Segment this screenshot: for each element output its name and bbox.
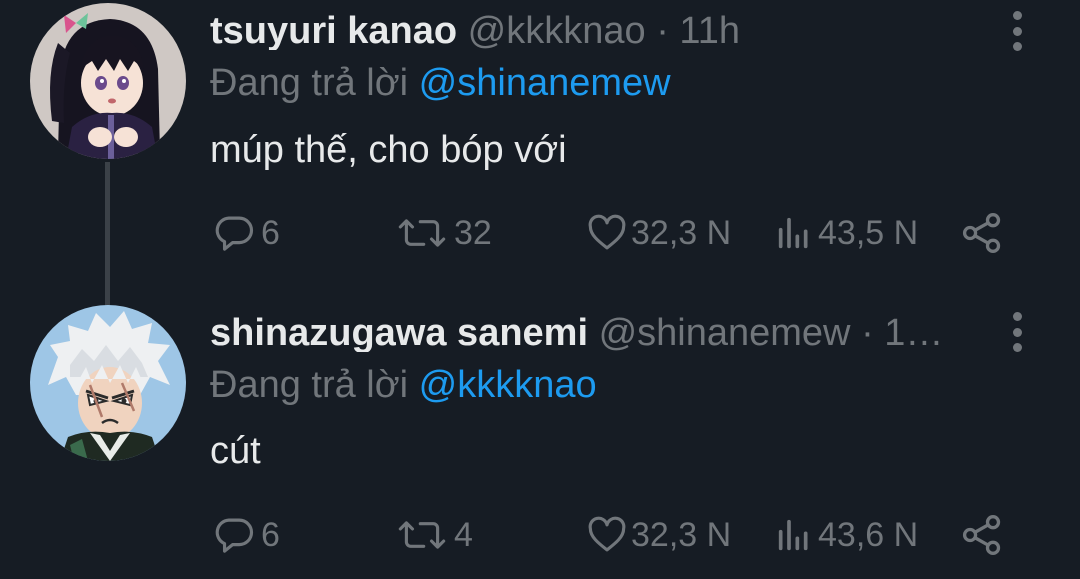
reply-button[interactable]: 6 <box>213 511 280 559</box>
tweet-text: cút <box>210 430 261 472</box>
retweet-icon <box>398 521 446 549</box>
avatar[interactable] <box>30 305 186 461</box>
views-icon <box>778 217 808 249</box>
share-button[interactable] <box>960 209 1004 257</box>
replying-to-label: Đang trả lời <box>210 364 409 406</box>
separator-dot: · <box>861 314 874 352</box>
like-button[interactable]: 32,3 N <box>585 511 731 559</box>
views-button[interactable]: 43,6 N <box>774 511 918 559</box>
reply-count: 6 <box>261 213 280 252</box>
reply-count: 6 <box>261 515 280 554</box>
like-count: 32,3 N <box>631 213 732 252</box>
like-icon <box>588 214 626 250</box>
share-button[interactable] <box>960 511 1004 559</box>
replying-to-handle[interactable]: @kkkknao <box>419 364 597 406</box>
views-count: 43,6 N <box>818 515 919 554</box>
action-bar: 6 32 32,3 N 43,5 N <box>0 209 1080 257</box>
tweet[interactable]: tsuyuri kanao @kkkknao · 11h Đang trả lờ… <box>0 0 1080 306</box>
retweet-count: 32 <box>454 213 492 252</box>
avatar[interactable] <box>30 3 186 159</box>
display-name[interactable]: tsuyuri kanao <box>210 12 457 50</box>
reply-icon <box>215 216 254 251</box>
replying-to-line: Đang trả lời @shinanemew <box>210 64 671 102</box>
reply-button[interactable]: 6 <box>213 209 280 257</box>
like-count: 32,3 N <box>631 515 732 554</box>
views-count: 43,5 N <box>818 213 919 252</box>
tweet-header: shinazugawa sanemi @shinanemew · 1… <box>210 314 990 352</box>
more-icon[interactable] <box>1005 312 1029 352</box>
replying-to-handle[interactable]: @shinanemew <box>419 62 671 104</box>
more-icon[interactable] <box>1005 11 1029 51</box>
retweet-count: 4 <box>454 515 473 554</box>
tweet-text: múp thế, cho bóp với <box>210 129 567 171</box>
display-name[interactable]: shinazugawa sanemi <box>210 314 588 352</box>
tweet-header: tsuyuri kanao @kkkknao · 11h <box>210 12 990 50</box>
timestamp[interactable]: 1… <box>884 314 943 352</box>
share-icon <box>962 213 1001 253</box>
replying-to-label: Đang trả lời <box>210 62 409 104</box>
timestamp[interactable]: 11h <box>679 12 740 50</box>
like-button[interactable]: 32,3 N <box>585 209 731 257</box>
retweet-icon <box>398 219 446 247</box>
share-icon <box>962 515 1001 555</box>
reply-icon <box>215 518 254 553</box>
views-icon <box>778 519 808 551</box>
user-handle[interactable]: @kkkknao <box>468 12 646 50</box>
retweet-button[interactable]: 4 <box>396 511 473 559</box>
separator-dot: · <box>656 12 669 50</box>
replying-to-line: Đang trả lời @kkkknao <box>210 366 597 404</box>
user-handle[interactable]: @shinanemew <box>599 314 851 352</box>
like-icon <box>588 516 626 552</box>
retweet-button[interactable]: 32 <box>396 209 492 257</box>
views-button[interactable]: 43,5 N <box>774 209 918 257</box>
action-bar: 6 4 32,3 N 43,6 N <box>0 511 1080 559</box>
